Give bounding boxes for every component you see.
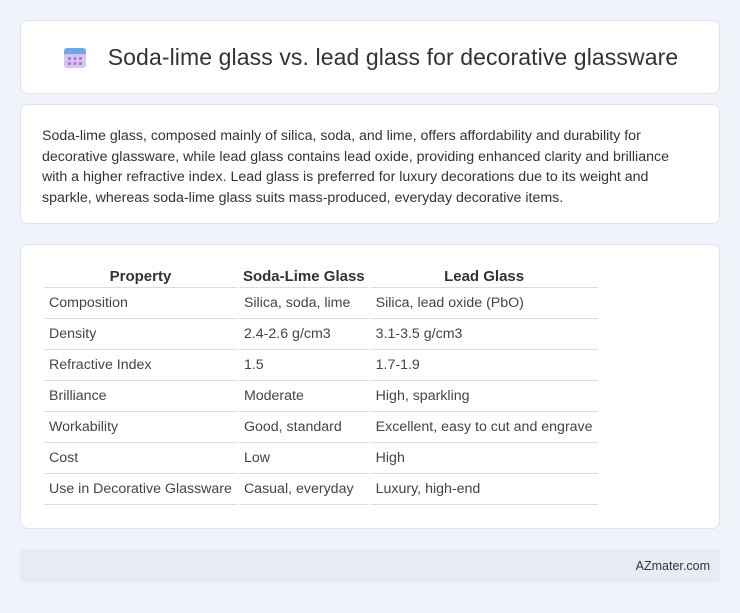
- row-lead: 1.7-1.9: [370, 350, 598, 381]
- intro-card: Soda-lime glass, composed mainly of sili…: [20, 104, 720, 224]
- table-card: Property Soda-Lime Glass Lead Glass Comp…: [20, 244, 720, 529]
- table-row: Refractive Index 1.5 1.7-1.9: [44, 350, 598, 381]
- row-property: Refractive Index: [44, 350, 237, 381]
- row-lead: High, sparkling: [370, 381, 598, 412]
- row-property: Workability: [44, 412, 237, 443]
- table-row: Workability Good, standard Excellent, ea…: [44, 412, 598, 443]
- table-row: Use in Decorative Glassware Casual, ever…: [44, 474, 598, 505]
- title-row: Soda-lime glass vs. lead glass for decor…: [21, 21, 719, 93]
- header-soda-lime: Soda-Lime Glass: [238, 265, 369, 288]
- row-lead: Silica, lead oxide (PbO): [370, 288, 598, 319]
- row-property: Composition: [44, 288, 237, 319]
- row-soda-lime: Moderate: [238, 381, 369, 412]
- row-property: Cost: [44, 443, 237, 474]
- row-property: Use in Decorative Glassware: [44, 474, 237, 505]
- row-soda-lime: Good, standard: [238, 412, 369, 443]
- intro-text: Soda-lime glass, composed mainly of sili…: [42, 128, 669, 206]
- row-soda-lime: 2.4-2.6 g/cm3: [238, 319, 369, 350]
- page-title: Soda-lime glass vs. lead glass for decor…: [107, 43, 679, 70]
- row-soda-lime: Casual, everyday: [238, 474, 369, 505]
- table-row: Brilliance Moderate High, sparkling: [44, 381, 598, 412]
- table-row: Density 2.4-2.6 g/cm3 3.1-3.5 g/cm3: [44, 319, 598, 350]
- row-lead: Excellent, easy to cut and engrave: [370, 412, 598, 443]
- footer-brand[interactable]: AZmater.com: [636, 559, 710, 573]
- header-card: Soda-lime glass vs. lead glass for decor…: [20, 20, 720, 94]
- table-row: Cost Low High: [44, 443, 598, 474]
- header-lead: Lead Glass: [370, 265, 598, 288]
- table-header-row: Property Soda-Lime Glass Lead Glass: [44, 265, 598, 288]
- row-lead: 3.1-3.5 g/cm3: [370, 319, 598, 350]
- row-property: Density: [44, 319, 237, 350]
- comparison-table: Property Soda-Lime Glass Lead Glass Comp…: [42, 265, 600, 505]
- calendar-icon: [62, 44, 88, 70]
- row-soda-lime: Low: [238, 443, 369, 474]
- row-lead: Luxury, high-end: [370, 474, 598, 505]
- table-row: Composition Silica, soda, lime Silica, l…: [44, 288, 598, 319]
- row-soda-lime: 1.5: [238, 350, 369, 381]
- row-lead: High: [370, 443, 598, 474]
- header-property: Property: [44, 265, 237, 288]
- footer-bar: AZmater.com: [20, 549, 720, 582]
- row-soda-lime: Silica, soda, lime: [238, 288, 369, 319]
- row-property: Brilliance: [44, 381, 237, 412]
